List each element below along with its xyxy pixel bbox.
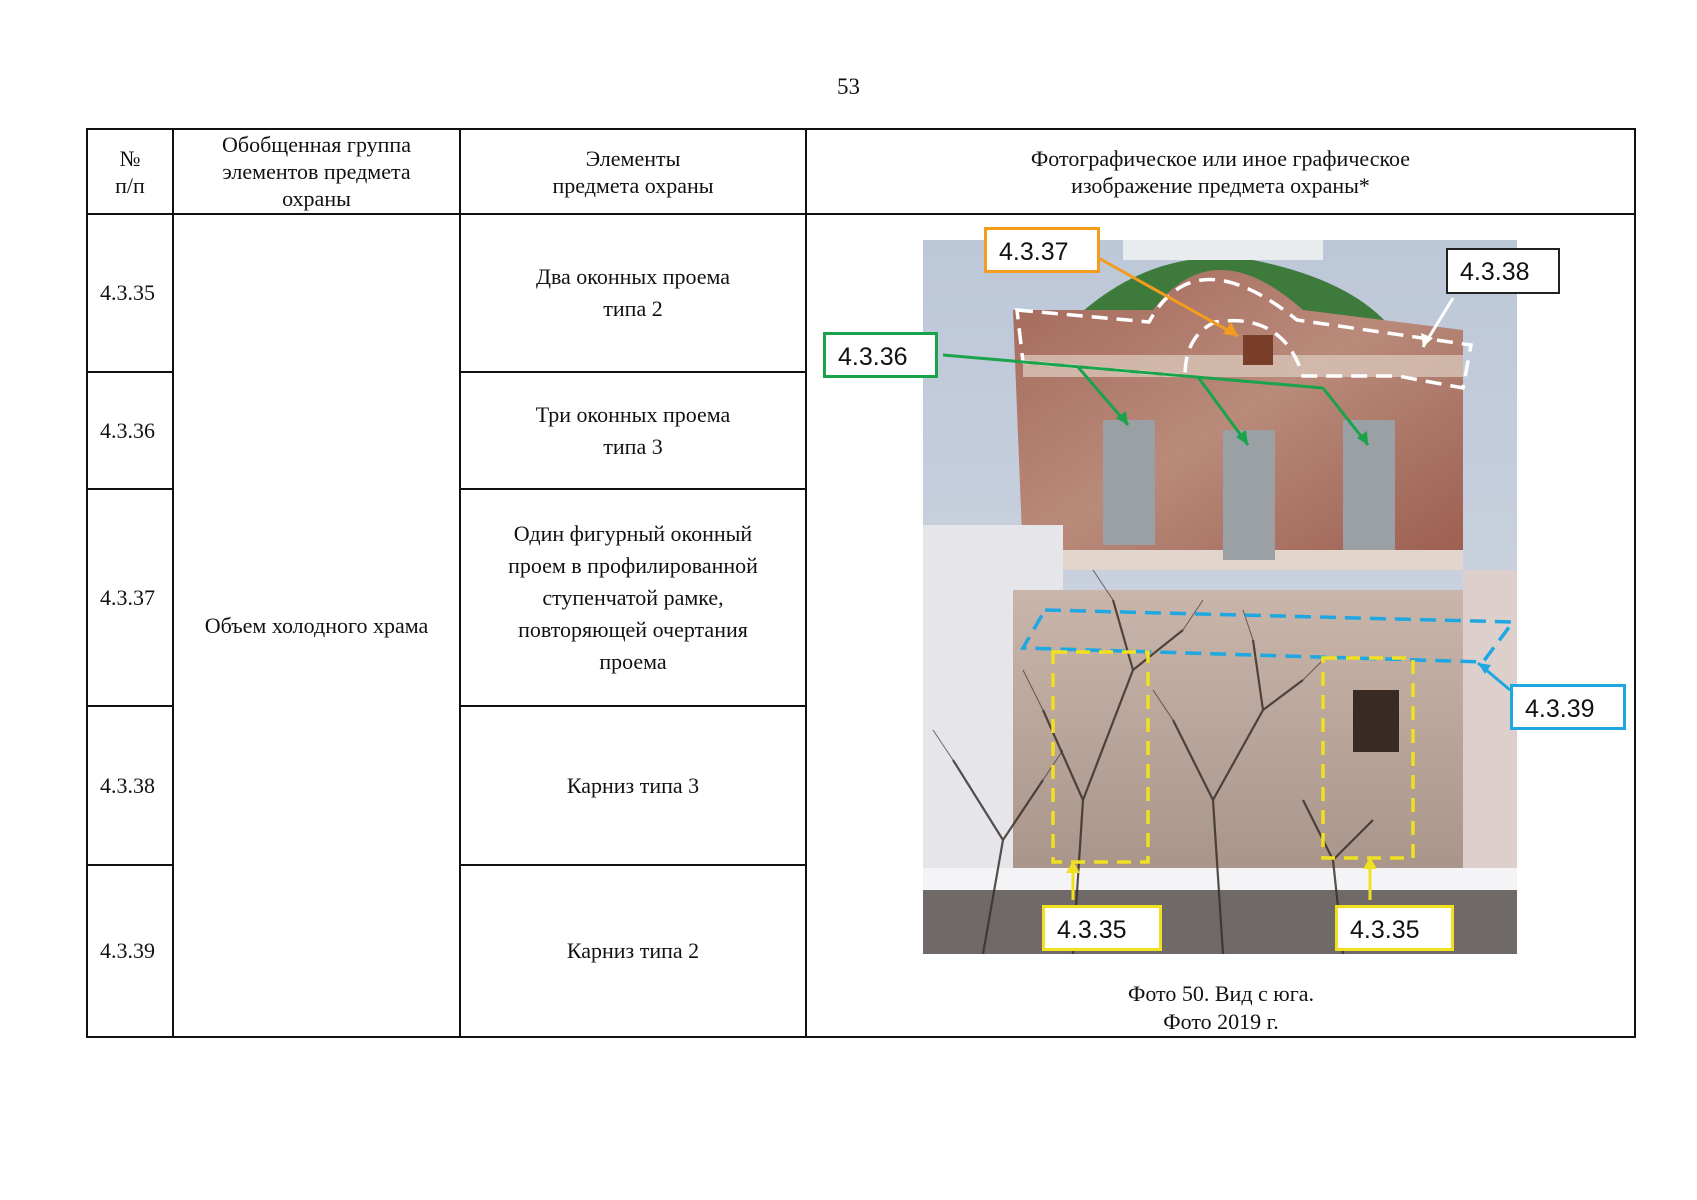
- element-cell: Карниз типа 2: [566, 938, 700, 963]
- header-image: Фотографическое или иное графическое изо…: [1030, 145, 1411, 198]
- callout-4.3.35-right: 4.3.35: [1335, 905, 1454, 951]
- caption-line-1: Фото 50. Вид с юга.: [1127, 981, 1315, 1006]
- element-cell: Карниз типа 3: [566, 772, 700, 798]
- caption-line-2: Фото 2019 г.: [1163, 1009, 1279, 1034]
- element-cell: Три оконных проема типа 3: [535, 401, 731, 459]
- element-cell: Один фигурный оконный проем в профилиров…: [508, 520, 758, 674]
- callout-4.3.35-left: 4.3.35: [1042, 905, 1162, 951]
- element-cell: Два оконных проема типа 2: [535, 264, 731, 321]
- callout-4.3.38: 4.3.38: [1446, 248, 1560, 294]
- callout-4.3.37: 4.3.37: [984, 227, 1100, 273]
- church-photo: [923, 240, 1517, 954]
- row-number: 4.3.35: [100, 280, 155, 305]
- callout-4.3.39: 4.3.39: [1510, 684, 1626, 730]
- column-border: [1634, 128, 1636, 1038]
- table-border-bottom: [86, 1036, 1636, 1038]
- row-number: 4.3.38: [100, 772, 155, 798]
- callout-4.3.36: 4.3.36: [823, 332, 938, 378]
- row-number: 4.3.37: [100, 584, 155, 610]
- photo-caption: Фото 50. Вид с юга. Фото 2019 г.: [806, 980, 1636, 1036]
- row-number: 4.3.39: [100, 938, 155, 963]
- page-number: 53: [837, 74, 860, 99]
- group-cell: Объем холодного храма: [204, 612, 429, 638]
- row-number: 4.3.36: [100, 417, 155, 443]
- header-elements: Элементы предмета охраны: [552, 145, 714, 198]
- header-group: Обобщенная группа элементов предмета охр…: [222, 132, 411, 211]
- column-border: [805, 128, 807, 1038]
- header-number: № п/п: [115, 145, 145, 198]
